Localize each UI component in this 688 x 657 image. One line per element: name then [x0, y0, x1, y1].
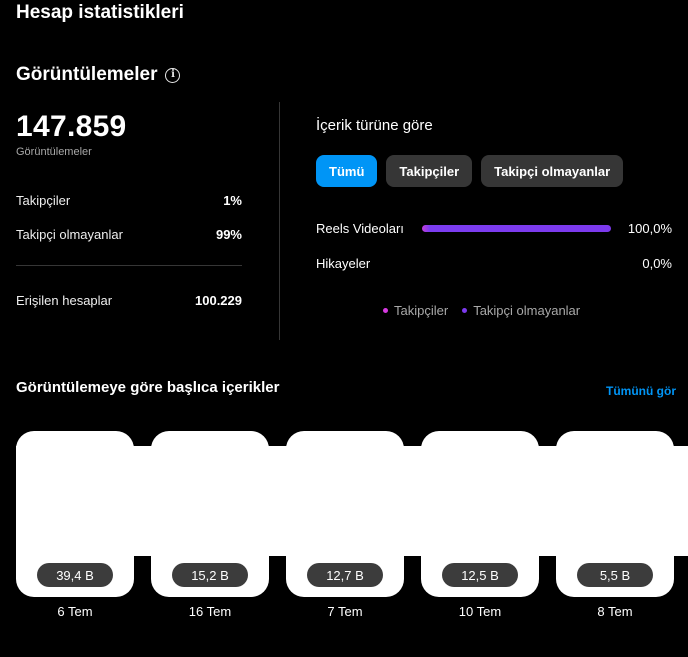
legend-label: Takipçiler — [394, 303, 449, 318]
content-date: 10 Tem — [458, 604, 502, 619]
views-badge: 12,5 B — [442, 563, 518, 587]
info-icon[interactable]: i — [165, 67, 181, 83]
views-badge: 5,5 B — [577, 563, 653, 587]
content-card[interactable]: 12,7 B — [286, 431, 404, 597]
content-card[interactable]: 5,5 B — [556, 431, 674, 597]
content-type-row-reels: Reels Videoları 100,0% — [316, 219, 672, 239]
filter-all-button[interactable]: Tümü — [316, 155, 378, 187]
views-badge: 15,2 B — [172, 563, 248, 587]
content-date: 6 Tem — [57, 604, 93, 619]
content-date: 8 Tem — [597, 604, 633, 619]
see-all-link[interactable]: Tümünü gör — [606, 384, 676, 398]
legend: Takipçiler Takipçi olmayanlar — [383, 303, 580, 318]
legend-item-followers: Takipçiler — [383, 303, 448, 318]
stat-label: Takipçiler — [16, 193, 71, 208]
filter-non-followers-button[interactable]: Takipçi olmayanlar — [481, 155, 624, 187]
content-card[interactable]: 39,4 B — [16, 431, 134, 597]
content-type-title: İçerik türüne göre — [316, 117, 433, 134]
progress-bar — [422, 225, 611, 232]
stat-row-non-followers: Takipçi olmayanlar 99% — [16, 227, 242, 242]
progress-bar-fill — [422, 225, 611, 232]
views-badge: 12,7 B — [307, 563, 383, 587]
views-badge: 39,4 B — [37, 563, 113, 587]
stat-value: 100.229 — [195, 293, 242, 308]
filter-followers-button[interactable]: Takipçiler — [386, 155, 473, 187]
views-summary-panel: 147.859 Görüntülemeler Takipçiler 1% Tak… — [16, 110, 242, 308]
legend-item-non-followers: Takipçi olmayanlar — [462, 303, 580, 318]
stat-label: Takipçi olmayanlar — [16, 227, 123, 242]
stat-row-accounts-reached: Erişilen hesaplar 100.229 — [16, 293, 242, 308]
views-section-header: Görüntülemeler i — [16, 64, 181, 86]
views-section-title: Görüntülemeler — [16, 64, 158, 85]
content-type-row-stories: Hikayeler 0,0% — [316, 254, 672, 274]
stat-value: 1% — [223, 193, 242, 208]
legend-dot-icon — [462, 308, 468, 313]
top-content-title: Görüntülemeye göre başlıca içerikler — [16, 379, 280, 396]
page-title: Hesap istatistikleri — [16, 2, 184, 23]
vertical-divider — [279, 102, 280, 340]
stat-row-followers: Takipçiler 1% — [16, 193, 242, 208]
total-views-value: 147.859 — [16, 110, 127, 143]
stat-value: 99% — [215, 227, 242, 242]
stat-label: Erişilen hesaplar — [16, 293, 113, 308]
content-type-label: Hikayeler — [316, 256, 371, 271]
content-type-label: Reels Videoları — [316, 221, 404, 236]
top-content-cards: 39,4 B 6 Tem 15,2 B 16 Tem 12,7 B 7 Tem … — [16, 431, 688, 619]
content-date: 7 Tem — [327, 604, 363, 619]
legend-dot-icon — [383, 308, 388, 313]
filter-pills: Tümü Takipçiler Takipçi olmayanlar — [316, 155, 624, 187]
content-card[interactable]: 15,2 B — [151, 431, 269, 597]
content-type-percent: 0,0% — [642, 256, 672, 271]
total-views-caption: Görüntülemeler — [16, 146, 92, 158]
legend-label: Takipçi olmayanlar — [473, 303, 581, 318]
content-date: 16 Tem — [188, 604, 232, 619]
progress-bar — [422, 260, 611, 267]
divider — [16, 265, 242, 266]
content-type-percent: 100,0% — [627, 221, 672, 236]
content-card[interactable]: 12,5 B — [421, 431, 539, 597]
